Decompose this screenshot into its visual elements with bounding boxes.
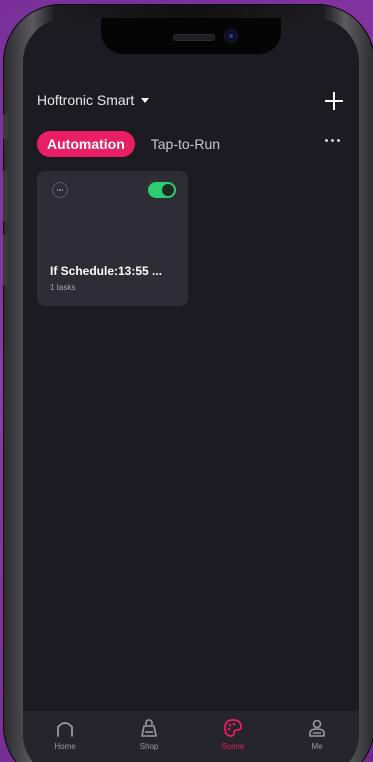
notch bbox=[101, 18, 281, 54]
tabbar-label: Scene bbox=[221, 742, 245, 751]
front-camera bbox=[225, 30, 237, 42]
tab-tap-to-run[interactable]: Tap-to-Run bbox=[151, 136, 220, 152]
mute-switch bbox=[3, 114, 8, 140]
tab-automation[interactable]: Automation bbox=[37, 131, 135, 157]
volume-up-button bbox=[3, 170, 8, 222]
tabbar-item-me[interactable]: Me bbox=[275, 711, 359, 762]
home-name: Hoftronic Smart bbox=[37, 92, 135, 108]
caret-down-icon bbox=[141, 97, 150, 103]
tabbar-item-shop[interactable]: Shop bbox=[107, 711, 191, 762]
tabbar-item-home[interactable]: Home bbox=[23, 711, 107, 762]
volume-down-button bbox=[3, 234, 8, 286]
add-scene-button[interactable] bbox=[323, 90, 345, 112]
toggle-knob bbox=[162, 184, 174, 196]
tabbar-label: Home bbox=[54, 742, 76, 751]
tabbar-label: Shop bbox=[139, 742, 159, 751]
bottom-tab-bar: Home Shop Scene Me bbox=[23, 711, 359, 762]
scene-enable-toggle[interactable] bbox=[148, 182, 176, 198]
person-icon bbox=[309, 719, 325, 737]
more-options-icon[interactable] bbox=[325, 139, 340, 142]
tabbar-label: Me bbox=[311, 742, 323, 751]
scene-title: If Schedule:13:55 ... bbox=[50, 264, 163, 278]
shop-bag-icon bbox=[141, 719, 157, 737]
home-selector[interactable]: Hoftronic Smart bbox=[37, 92, 150, 108]
scene-task-count: 1 tasks bbox=[50, 283, 76, 292]
home-icon bbox=[57, 722, 73, 737]
speaker bbox=[173, 34, 215, 41]
scene-tabs: Automation Tap-to-Run bbox=[37, 131, 220, 157]
app-screen: Hoftronic Smart Automation Tap-to-Run If… bbox=[23, 18, 359, 762]
scene-palette-icon bbox=[224, 719, 242, 737]
scene-card[interactable]: If Schedule:13:55 ... 1 tasks bbox=[37, 171, 188, 306]
card-more-icon[interactable] bbox=[52, 182, 68, 198]
tabbar-item-scene[interactable]: Scene bbox=[191, 711, 275, 762]
